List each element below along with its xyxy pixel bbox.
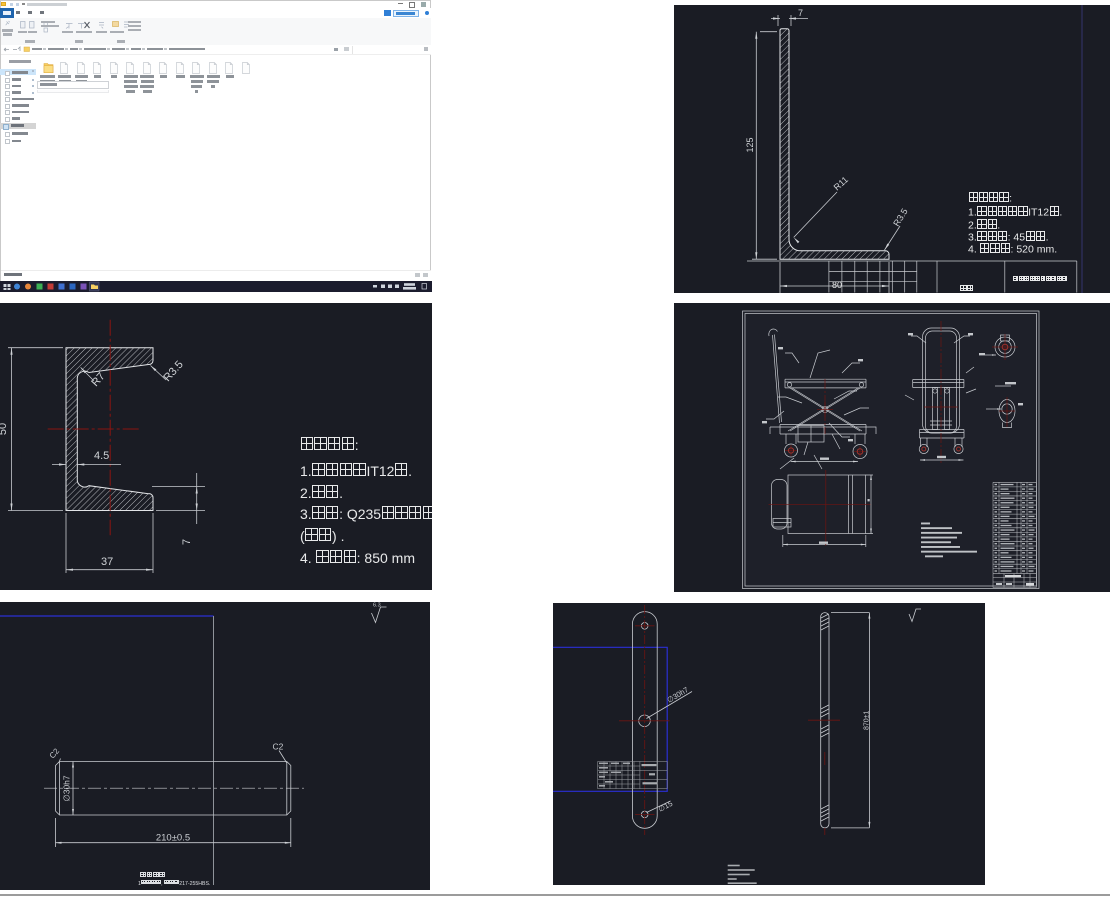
svg-text:R3.5: R3.5: [161, 359, 185, 384]
svg-text:R3.5: R3.5: [891, 207, 910, 228]
svg-text:C2: C2: [273, 742, 284, 752]
svg-text:7: 7: [798, 8, 803, 18]
svg-text:∅30h7: ∅30h7: [62, 775, 72, 802]
svg-text:R7: R7: [89, 371, 107, 389]
svg-text:7: 7: [181, 539, 193, 545]
svg-text:C2: C2: [48, 746, 62, 760]
svg-text:210±0.5: 210±0.5: [156, 833, 190, 844]
svg-text:870±1: 870±1: [864, 710, 871, 730]
svg-text:R11: R11: [832, 174, 850, 192]
svg-text:37: 37: [101, 556, 113, 568]
svg-text:6.3: 6.3: [373, 603, 381, 609]
svg-text:125: 125: [745, 137, 755, 152]
svg-text:∅15: ∅15: [657, 799, 674, 814]
svg-text:∅30h7: ∅30h7: [665, 685, 690, 705]
svg-text:4.5: 4.5: [94, 450, 109, 462]
svg-text:50: 50: [0, 423, 9, 435]
